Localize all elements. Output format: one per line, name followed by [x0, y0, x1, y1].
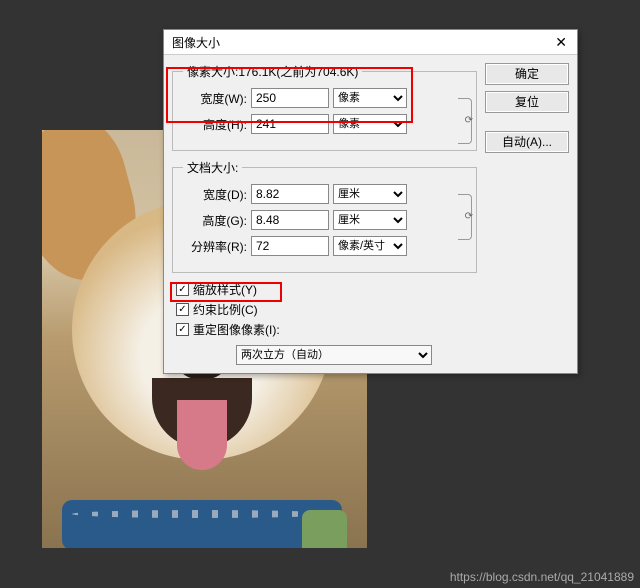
doc-height-input[interactable] — [251, 210, 329, 230]
link-icon[interactable] — [458, 194, 472, 240]
doc-width-label: 宽度(D): — [183, 186, 247, 203]
dialog-title: 图像大小 — [172, 34, 551, 51]
watermark: https://blog.csdn.net/qq_21041889 — [450, 570, 634, 584]
auto-button[interactable]: 自动(A)... — [485, 131, 569, 153]
doc-width-input[interactable] — [251, 184, 329, 204]
doc-width-unit-select[interactable]: 厘米 — [333, 184, 407, 204]
scale-styles-checkbox[interactable] — [176, 283, 189, 296]
ok-button[interactable]: 确定 — [485, 63, 569, 85]
width-label: 宽度(W): — [183, 90, 247, 107]
resample-method-select[interactable]: 两次立方（自动） — [236, 345, 432, 365]
height-unit-select[interactable]: 像素 — [333, 114, 407, 134]
image-size-dialog: 图像大小 ✕ 像素大小:176.1K(之前为704.6K) 宽度(W): 像素 … — [163, 29, 578, 374]
scale-styles-label: 缩放样式(Y) — [193, 281, 257, 298]
constrain-label: 约束比例(C) — [193, 301, 258, 318]
doc-height-unit-select[interactable]: 厘米 — [333, 210, 407, 230]
pixel-legend: 像素大小:176.1K(之前为704.6K) — [183, 63, 362, 80]
resample-label: 重定图像像素(I): — [193, 321, 280, 338]
pixel-dimensions-group: 像素大小:176.1K(之前为704.6K) 宽度(W): 像素 高度(H): … — [172, 63, 477, 151]
height-input[interactable] — [251, 114, 329, 134]
width-input[interactable] — [251, 88, 329, 108]
height-label: 高度(H): — [183, 116, 247, 133]
close-icon[interactable]: ✕ — [551, 34, 571, 51]
resolution-input[interactable] — [251, 236, 329, 256]
resolution-label: 分辨率(R): — [183, 238, 247, 255]
link-icon[interactable] — [458, 98, 472, 144]
titlebar: 图像大小 ✕ — [164, 30, 577, 55]
resample-checkbox[interactable] — [176, 323, 189, 336]
constrain-checkbox[interactable] — [176, 303, 189, 316]
reset-button[interactable]: 复位 — [485, 91, 569, 113]
document-size-group: 文档大小: 宽度(D): 厘米 高度(G): 厘米 分辨率(R): 像素/英寸 — [172, 159, 477, 273]
doc-height-label: 高度(G): — [183, 212, 247, 229]
width-unit-select[interactable]: 像素 — [333, 88, 407, 108]
resolution-unit-select[interactable]: 像素/英寸 — [333, 236, 407, 256]
doc-legend: 文档大小: — [183, 159, 242, 176]
